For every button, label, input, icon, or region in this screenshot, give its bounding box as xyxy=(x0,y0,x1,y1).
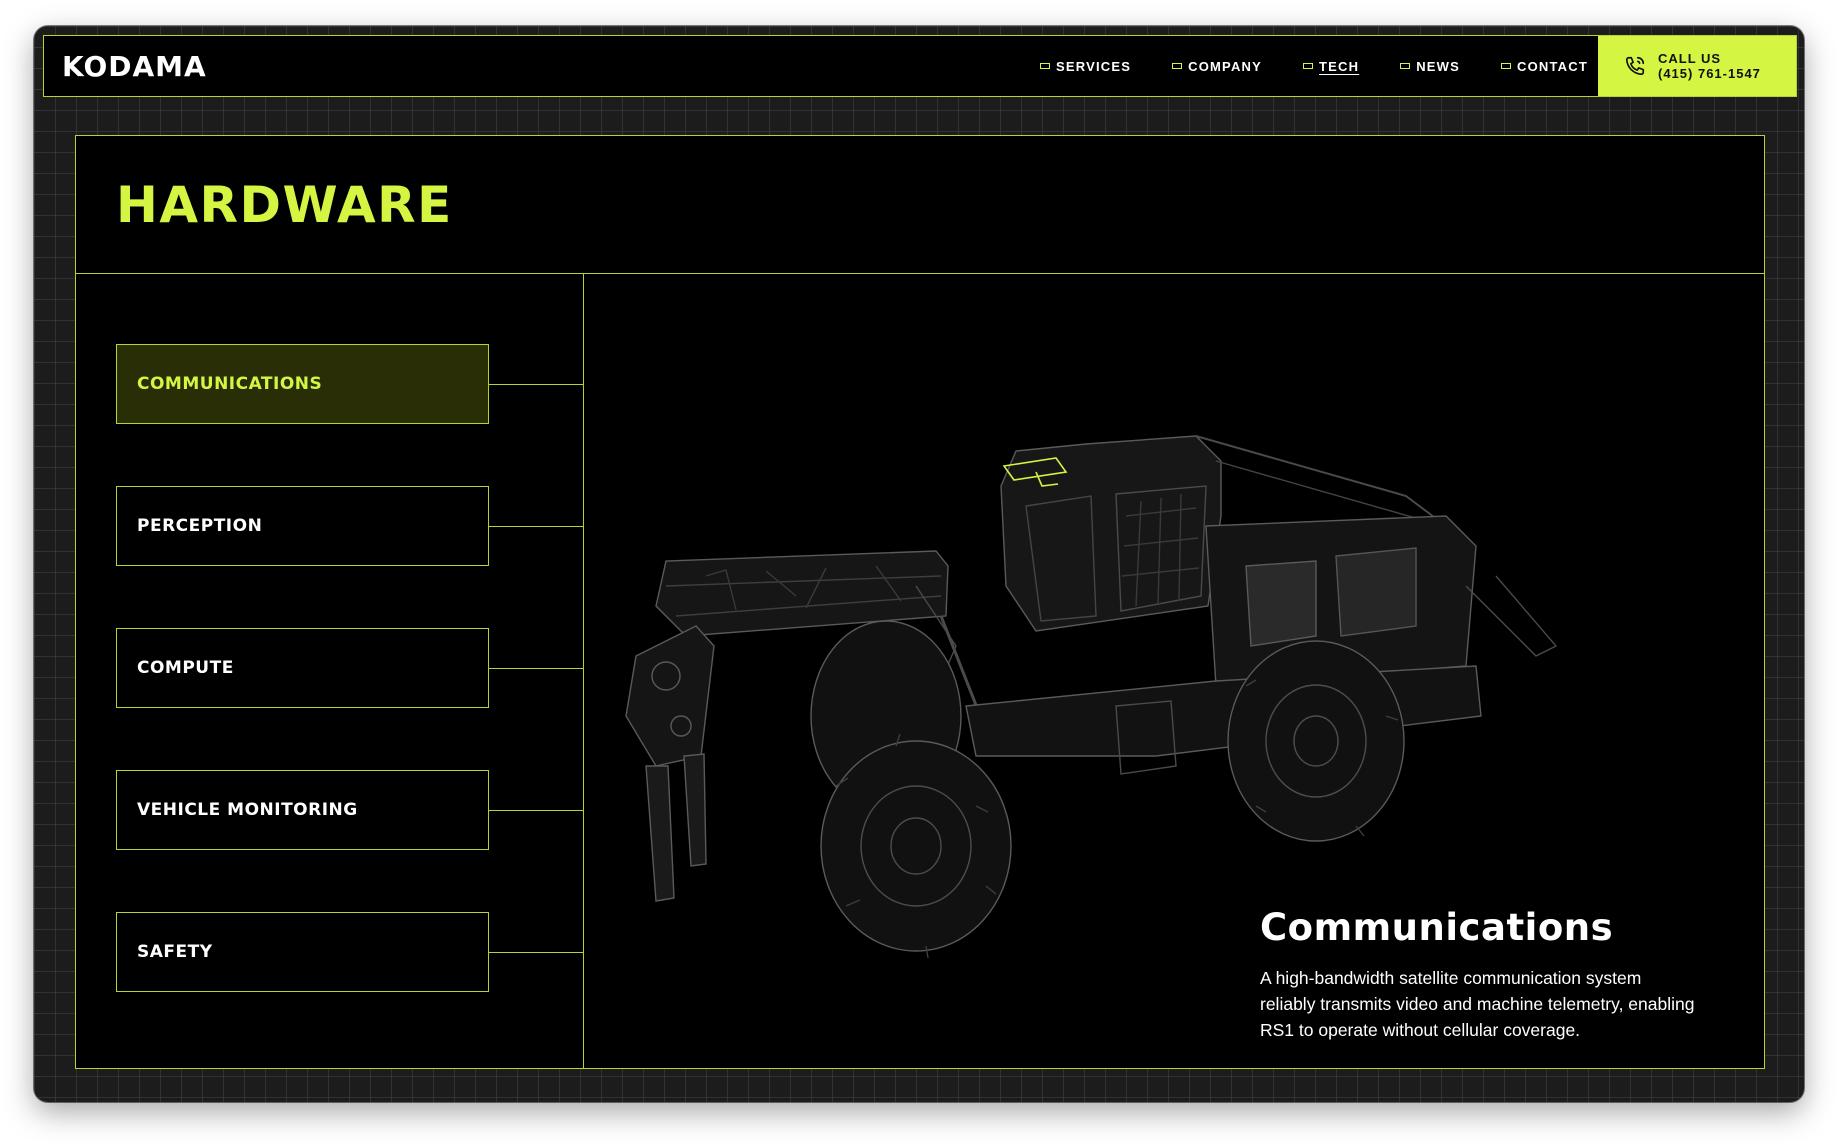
section-title: HARDWARE xyxy=(116,176,453,234)
menu-item-label: COMMUNICATIONS xyxy=(137,374,323,394)
main-nav: SERVICES COMPANY TECH NEWS CONTACT xyxy=(1040,36,1588,96)
phone-icon xyxy=(1624,55,1646,77)
menu-item-communications[interactable]: COMMUNICATIONS xyxy=(116,344,489,424)
nav-label: NEWS xyxy=(1416,58,1461,74)
menu-item-vehicle-monitoring[interactable]: VEHICLE MONITORING xyxy=(116,770,489,850)
nav-item-services[interactable]: SERVICES xyxy=(1040,59,1131,74)
call-us-button[interactable]: CALL US (415) 761-1547 xyxy=(1598,36,1796,96)
nav-bullet-icon xyxy=(1172,63,1183,69)
nav-item-company[interactable]: COMPANY xyxy=(1172,59,1262,74)
menu-item-label: VEHICLE MONITORING xyxy=(137,800,358,820)
connector-line xyxy=(489,810,583,811)
menu-item-safety[interactable]: SAFETY xyxy=(116,912,489,992)
call-us-text: CALL US (415) 761-1547 xyxy=(1658,51,1761,81)
nav-label: COMPANY xyxy=(1188,58,1262,74)
nav-item-contact[interactable]: CONTACT xyxy=(1501,59,1588,74)
detail-panel: Communications A high-bandwidth satellit… xyxy=(1260,906,1700,1043)
menu-item-label: SAFETY xyxy=(137,942,213,962)
nav-item-news[interactable]: NEWS xyxy=(1400,59,1460,74)
nav-bullet-icon xyxy=(1303,63,1313,69)
nav-bullet-icon xyxy=(1501,63,1512,69)
menu-item-compute[interactable]: COMPUTE xyxy=(116,628,489,708)
menu-item-label: PERCEPTION xyxy=(137,516,263,536)
connector-line xyxy=(489,384,583,385)
detail-description: A high-bandwidth satellite communication… xyxy=(1260,968,1695,1040)
nav-label: CONTACT xyxy=(1517,58,1588,74)
connector-line xyxy=(489,668,583,669)
connector-line xyxy=(489,526,583,527)
nav-label: TECH xyxy=(1319,58,1360,74)
nav-bullet-icon xyxy=(1040,63,1050,69)
nav-label: SERVICES xyxy=(1056,58,1132,74)
nav-item-tech[interactable]: TECH xyxy=(1303,59,1359,74)
menu-item-label: COMPUTE xyxy=(137,658,234,678)
site-header: KODAMA SERVICES COMPANY TECH NEWS CONTAC… xyxy=(43,35,1797,97)
logo[interactable]: KODAMA xyxy=(62,50,207,83)
call-us-label: CALL US xyxy=(1658,51,1722,66)
browser-window: KODAMA SERVICES COMPANY TECH NEWS CONTAC… xyxy=(34,26,1804,1102)
divider-horizontal xyxy=(76,273,1764,274)
call-us-phone: (415) 761-1547 xyxy=(1658,66,1761,81)
hardware-panel: HARDWARE COMMUNICATIONS PERCEPTION COMPU… xyxy=(75,135,1765,1069)
menu-item-perception[interactable]: PERCEPTION xyxy=(116,486,489,566)
detail-title: Communications xyxy=(1260,906,1614,949)
divider-vertical xyxy=(583,273,584,1068)
nav-bullet-icon xyxy=(1400,63,1411,69)
connector-line xyxy=(489,952,583,953)
vehicle-wireframe-image xyxy=(625,435,1558,959)
